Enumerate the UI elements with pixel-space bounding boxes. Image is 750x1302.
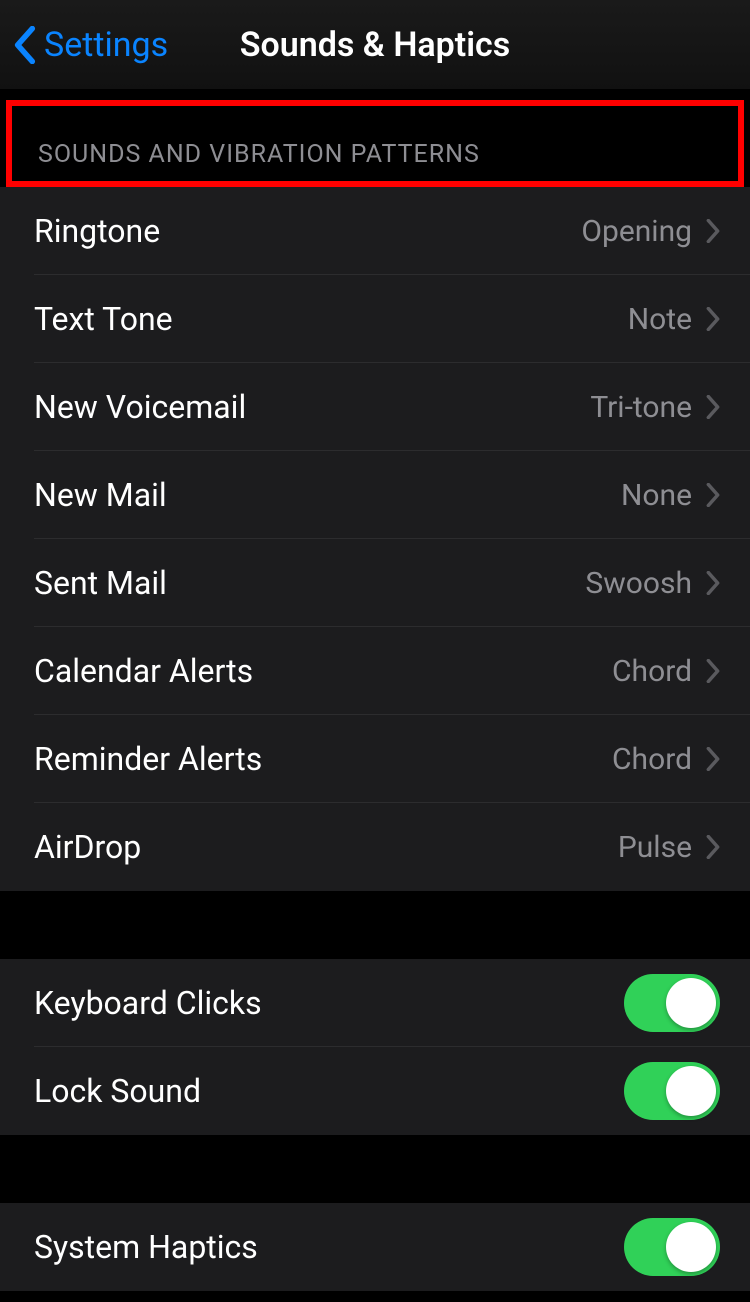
row-label: Keyboard Clicks: [34, 984, 262, 1022]
row-system-haptics[interactable]: System Haptics: [0, 1203, 750, 1291]
row-label: Text Tone: [34, 300, 173, 338]
row-keyboard-clicks[interactable]: Keyboard Clicks: [0, 959, 750, 1047]
row-value: Tri-tone: [590, 390, 692, 425]
chevron-right-icon: [706, 395, 720, 419]
row-lock-sound[interactable]: Lock Sound: [0, 1047, 750, 1135]
section-header-sounds-highlight: SOUNDS AND VIBRATION PATTERNS: [6, 100, 744, 187]
row-value: Opening: [581, 214, 692, 249]
row-airdrop[interactable]: AirDrop Pulse: [0, 803, 750, 891]
chevron-right-icon: [706, 307, 720, 331]
toggle-lock-sound[interactable]: [624, 1062, 720, 1120]
toggle-list-b: System Haptics: [0, 1203, 750, 1291]
row-value: Chord: [612, 742, 692, 777]
toggle-knob: [666, 1222, 716, 1272]
row-text-tone[interactable]: Text Tone Note: [0, 275, 750, 363]
row-label: System Haptics: [34, 1228, 258, 1266]
row-ringtone[interactable]: Ringtone Opening: [0, 187, 750, 275]
row-value: Pulse: [618, 830, 692, 865]
row-value: Note: [628, 302, 692, 337]
row-label: AirDrop: [34, 828, 141, 866]
row-new-voicemail[interactable]: New Voicemail Tri-tone: [0, 363, 750, 451]
row-label: New Voicemail: [34, 388, 246, 426]
back-button[interactable]: Settings: [0, 25, 168, 65]
sounds-list: Ringtone Opening Text Tone Note New Voic…: [0, 187, 750, 891]
section-header-sounds: SOUNDS AND VIBRATION PATTERNS: [38, 140, 738, 169]
toggle-list-a: Keyboard Clicks Lock Sound: [0, 959, 750, 1135]
row-sent-mail[interactable]: Sent Mail Swoosh: [0, 539, 750, 627]
row-label: New Mail: [34, 476, 167, 514]
row-label: Ringtone: [34, 212, 160, 250]
row-label: Sent Mail: [34, 564, 167, 602]
row-value: None: [621, 478, 692, 513]
row-label: Lock Sound: [34, 1072, 201, 1110]
row-value: Swoosh: [585, 566, 692, 601]
chevron-left-icon: [14, 26, 36, 64]
section-gap: [0, 891, 750, 959]
chevron-right-icon: [706, 835, 720, 859]
section-gap: [0, 1135, 750, 1203]
row-label: Reminder Alerts: [34, 740, 262, 778]
row-calendar-alerts[interactable]: Calendar Alerts Chord: [0, 627, 750, 715]
chevron-right-icon: [706, 747, 720, 771]
row-reminder-alerts[interactable]: Reminder Alerts Chord: [0, 715, 750, 803]
toggle-knob: [666, 1066, 716, 1116]
toggle-keyboard-clicks[interactable]: [624, 974, 720, 1032]
chevron-right-icon: [706, 483, 720, 507]
row-value: Chord: [612, 654, 692, 689]
toggle-knob: [666, 978, 716, 1028]
chevron-right-icon: [706, 219, 720, 243]
navbar: Settings Sounds & Haptics: [0, 0, 750, 90]
chevron-right-icon: [706, 659, 720, 683]
row-new-mail[interactable]: New Mail None: [0, 451, 750, 539]
toggle-system-haptics[interactable]: [624, 1218, 720, 1276]
row-label: Calendar Alerts: [34, 652, 253, 690]
back-label: Settings: [44, 25, 168, 65]
chevron-right-icon: [706, 571, 720, 595]
